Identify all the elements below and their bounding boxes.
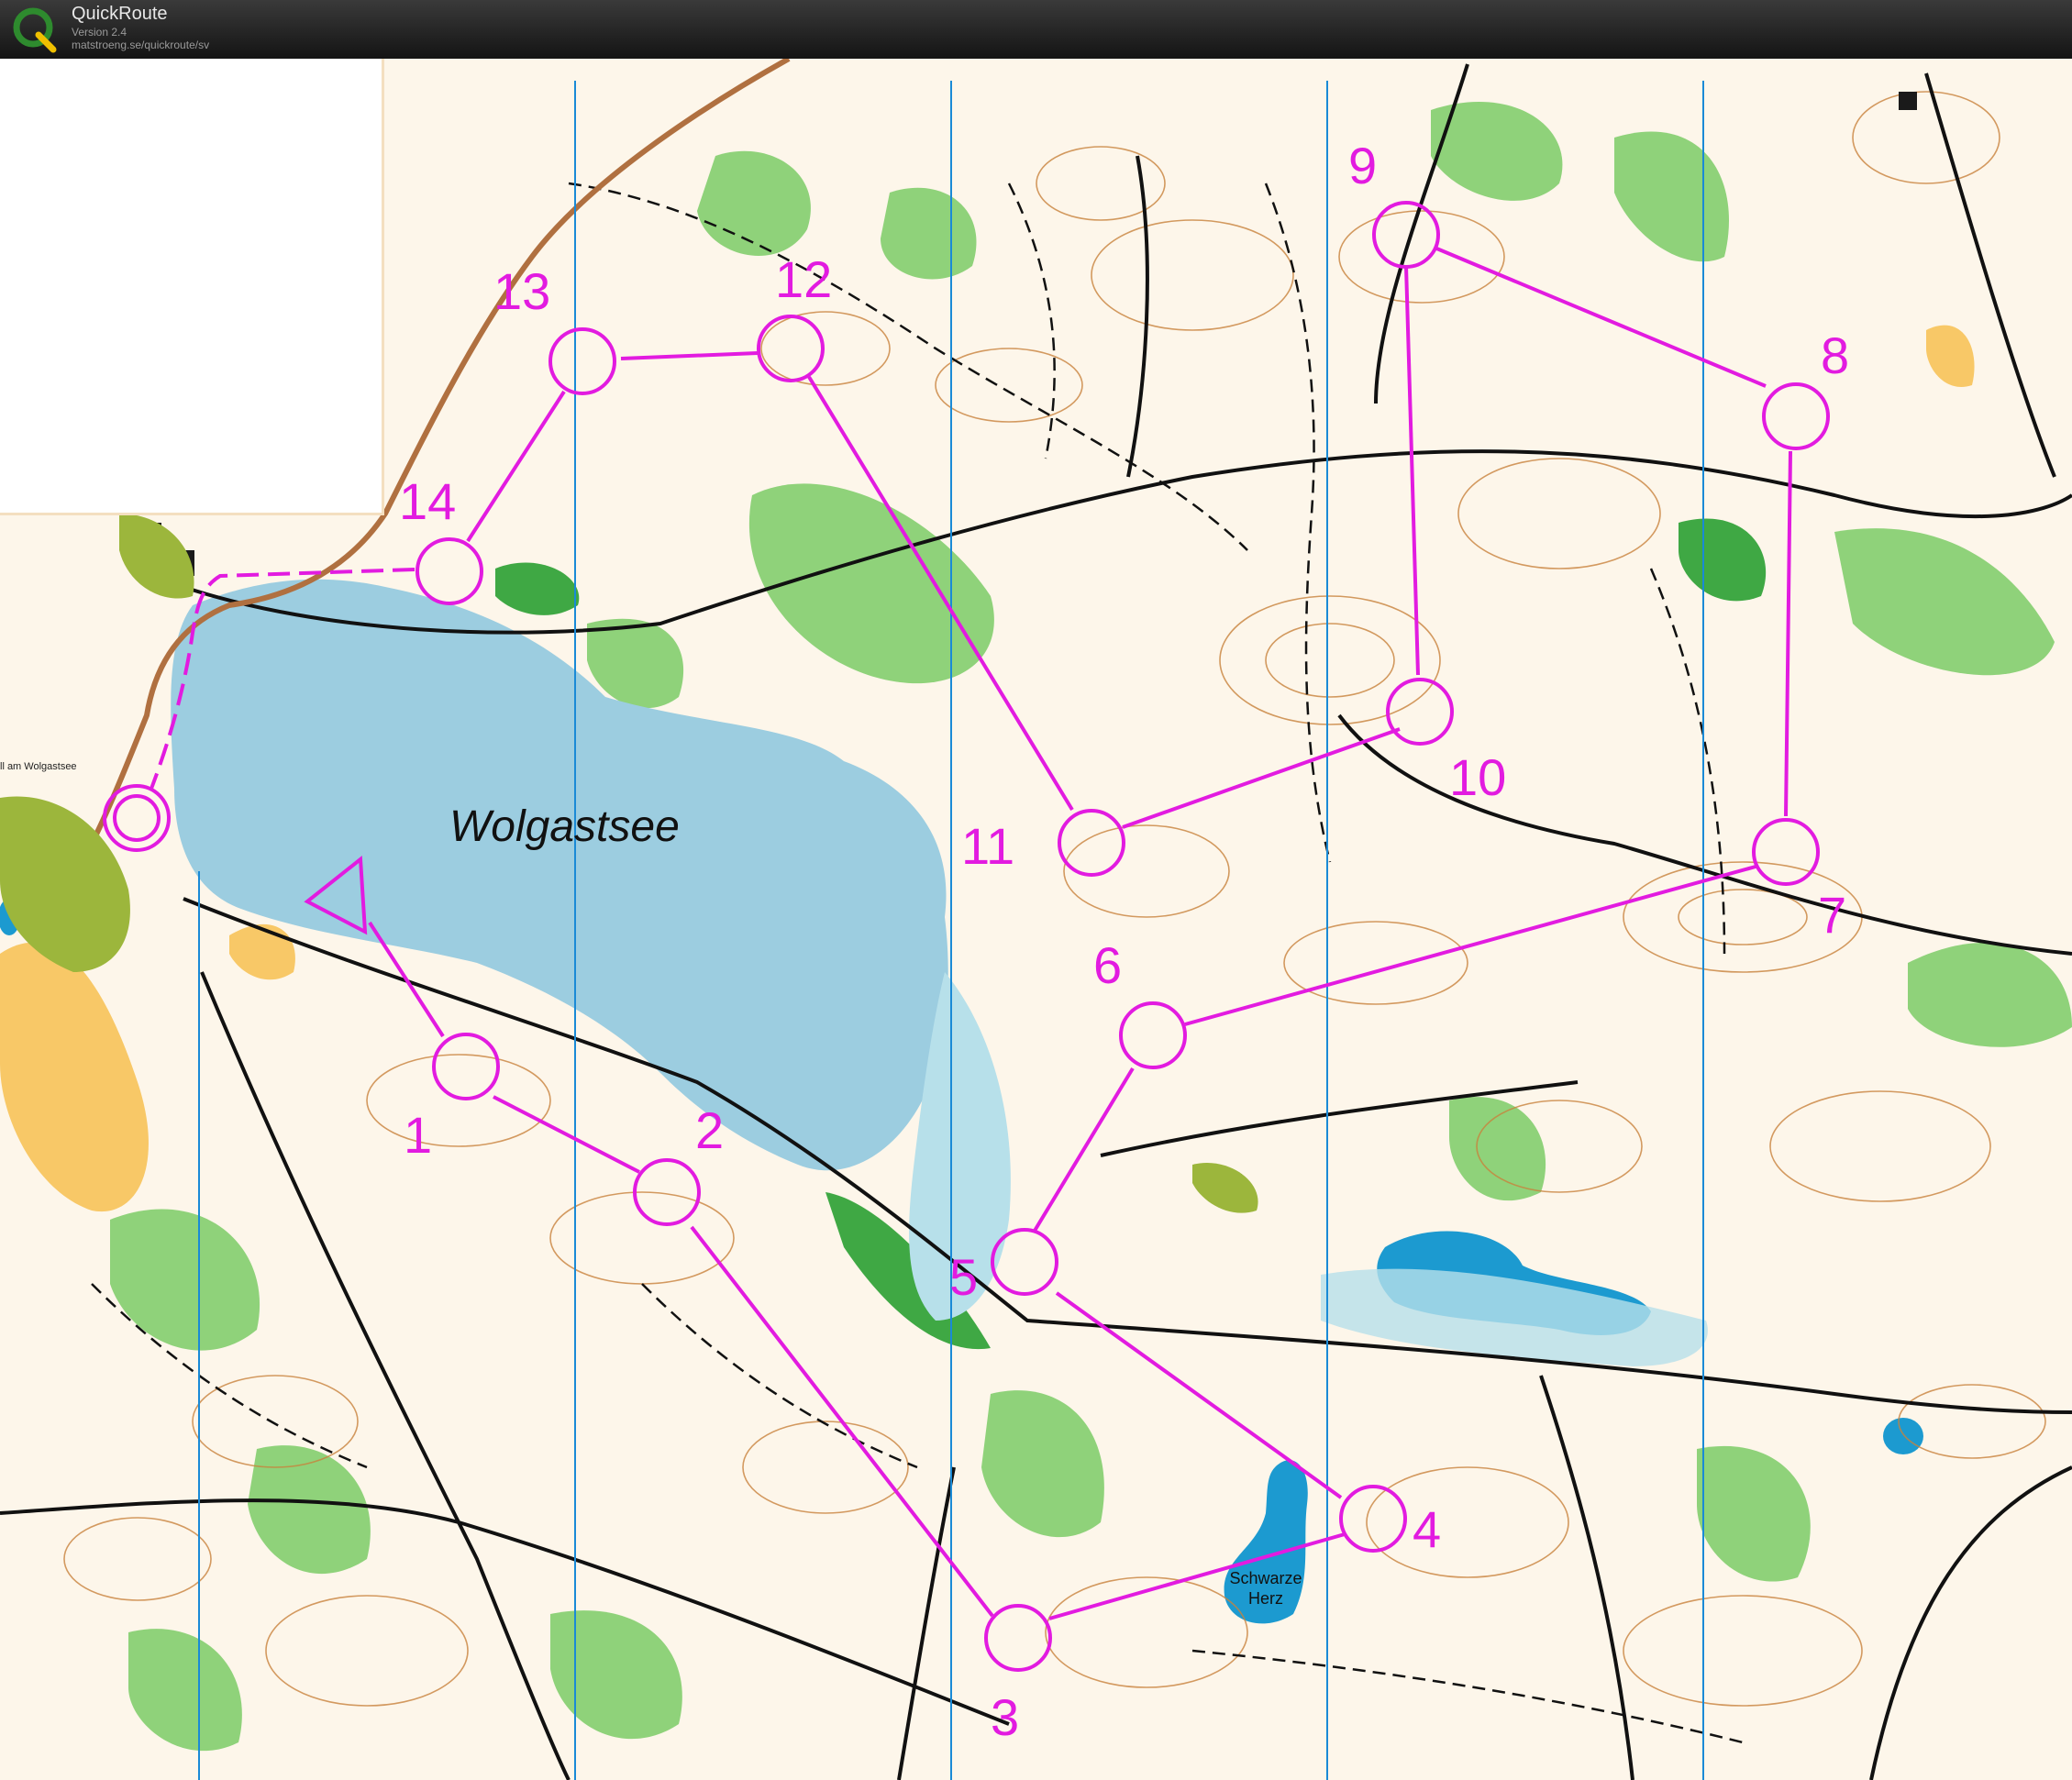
lake-label: Wolgastsee (449, 802, 680, 851)
quickroute-logo-icon (13, 7, 57, 53)
control-number-1: 1 (404, 1106, 433, 1164)
pond-southeast (1883, 1418, 1923, 1454)
pond-label-line2: Herz (1247, 1589, 1283, 1608)
version-text: Version 2.4 (72, 26, 127, 39)
control-number-10: 10 (1449, 748, 1507, 806)
control-number-3: 3 (991, 1688, 1020, 1746)
pond-label-line1: Schwarze (1229, 1569, 1302, 1587)
control-number-12: 12 (775, 250, 833, 308)
control-number-13: 13 (493, 262, 551, 320)
app-title: QuickRoute (72, 4, 168, 24)
control-number-7: 7 (1818, 886, 1847, 944)
pond-label: Schwarze Herz (1220, 1568, 1312, 1609)
blank-map-corner (0, 59, 384, 515)
url-text: matstroeng.se/quickroute/sv (72, 39, 210, 51)
app-version: Version 2.4 matstroeng.se/quickroute/sv (72, 26, 209, 51)
control-number-11: 11 (961, 817, 1015, 875)
village-label: ll am Wolgastsee (0, 761, 77, 772)
control-number-14: 14 (399, 472, 457, 530)
control-number-2: 2 (695, 1101, 725, 1159)
control-number-8: 8 (1821, 326, 1850, 384)
control-number-9: 9 (1348, 137, 1378, 194)
title-bar: QuickRoute Version 2.4 matstroeng.se/qui… (0, 0, 2072, 59)
control-number-5: 5 (949, 1248, 979, 1306)
control-number-6: 6 (1093, 936, 1123, 994)
control-number-4: 4 (1413, 1500, 1442, 1558)
